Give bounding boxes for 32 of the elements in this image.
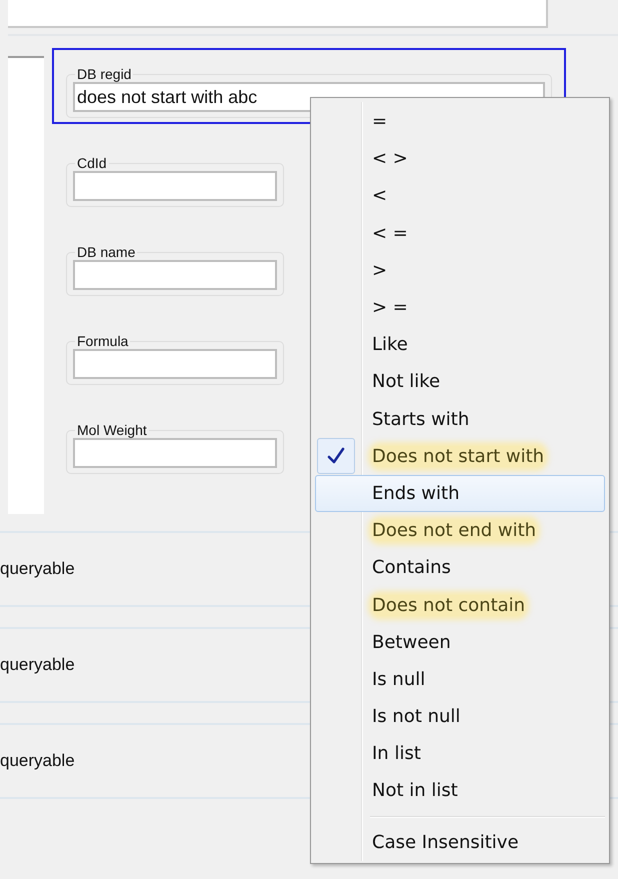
text-field[interactable] (73, 171, 277, 201)
field-label: DB regid (76, 66, 132, 82)
checkmark-icon (326, 446, 346, 466)
menu-item[interactable]: > = (315, 288, 605, 326)
menu-item[interactable]: < = (315, 214, 605, 252)
menu-item[interactable]: < (315, 177, 605, 215)
menu-item[interactable]: Is null (315, 660, 605, 698)
field-label: CdId (76, 155, 108, 171)
row-label: queryable (0, 751, 75, 771)
menu-item[interactable]: Like (315, 326, 605, 364)
menu-item[interactable]: Not in list (315, 772, 605, 810)
menu-item[interactable]: Does not end with (315, 512, 605, 550)
menu-item[interactable]: Contains (315, 549, 605, 586)
row-label: queryable (0, 655, 75, 675)
field-label: Mol Weight (76, 422, 148, 438)
menu-item[interactable]: Does not contain (315, 586, 605, 624)
row-label: queryable (0, 559, 75, 579)
menu-item[interactable]: > (315, 252, 605, 289)
menu-item[interactable]: In list (315, 735, 605, 772)
menu-item[interactable]: < > (315, 140, 605, 178)
menu-item[interactable]: Is not null (315, 698, 605, 736)
menu-item[interactable]: Case Insensitive (315, 824, 605, 861)
field-label: Formula (76, 333, 130, 349)
menu-item[interactable]: Not like (315, 363, 605, 400)
menu-item[interactable]: Ends with (315, 474, 605, 512)
text-field[interactable] (73, 438, 277, 468)
menu-item[interactable]: Starts with (315, 400, 605, 438)
text-field[interactable] (73, 260, 277, 290)
text-field[interactable] (73, 349, 277, 379)
menu-item[interactable]: Between (315, 624, 605, 661)
menu-item[interactable]: Does not start with (315, 438, 605, 475)
field-label: DB name (76, 244, 136, 260)
